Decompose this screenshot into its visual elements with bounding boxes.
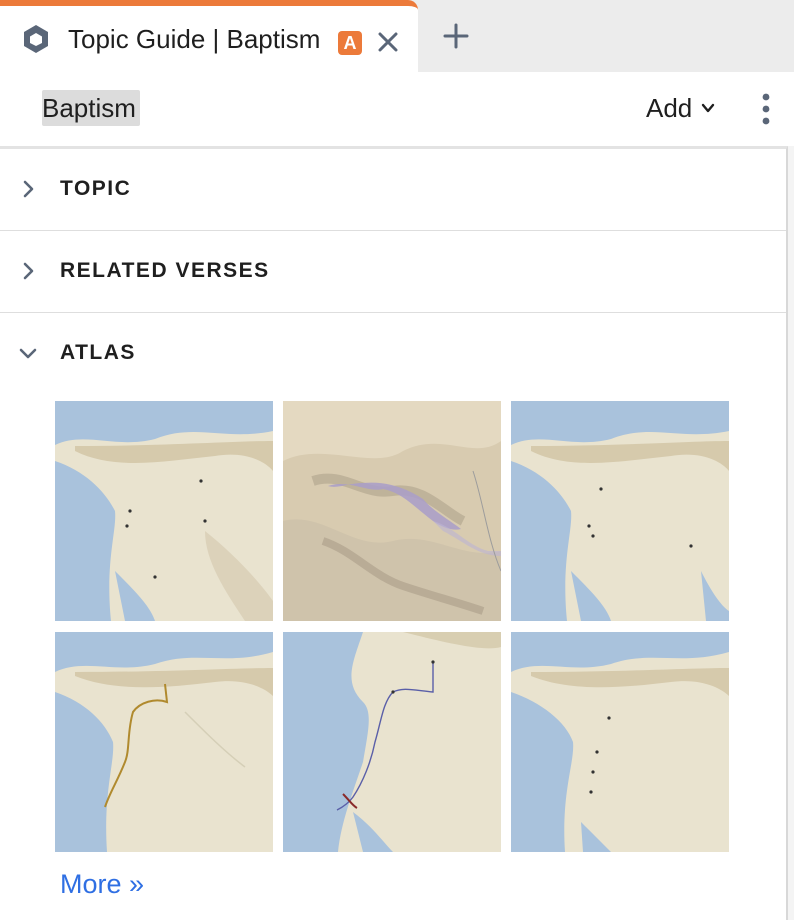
topic-guide-panel: TOPIC RELATED VERSES ATLAS More » [0,146,788,920]
map-image [55,401,273,621]
chevron-down-icon [19,348,37,359]
scrollbar-track[interactable] [788,146,794,920]
atlas-map-2[interactable] [283,401,501,621]
add-button[interactable]: Add [646,90,716,126]
tab-bar: Topic Guide | Baptism A [0,0,794,72]
atlas-map-5[interactable] [283,632,501,852]
section-label: ATLAS [60,341,136,364]
chevron-right-icon [23,262,34,280]
add-button-label: Add [646,93,693,123]
map-image [511,401,729,621]
chevron-right-icon [23,180,34,198]
map-image [55,632,273,852]
section-label: TOPIC [60,177,132,200]
tab-title: Topic Guide | Baptism [68,24,321,54]
tab-badge: A [338,31,362,55]
atlas-more-link[interactable]: More » [60,869,144,900]
section-related-verses[interactable]: RELATED VERSES [0,231,786,313]
close-icon[interactable] [376,30,400,54]
section-atlas[interactable]: ATLAS [0,313,786,395]
section-topic[interactable]: TOPIC [0,149,786,231]
atlas-map-1[interactable] [55,401,273,621]
map-image [511,632,729,852]
map-image [283,632,501,852]
hexagon-logo-icon [24,25,48,53]
atlas-map-4[interactable] [55,632,273,852]
map-image [283,401,501,621]
chevron-down-icon [702,103,715,113]
plus-icon[interactable] [442,22,470,50]
atlas-map-6[interactable] [511,632,729,852]
atlas-map-3[interactable] [511,401,729,621]
tab-topic-guide[interactable]: Topic Guide | Baptism A [0,0,418,72]
toolbar: Add [0,72,794,146]
search-input[interactable] [20,84,416,132]
section-label: RELATED VERSES [60,259,270,282]
more-vertical-icon[interactable] [756,92,776,126]
